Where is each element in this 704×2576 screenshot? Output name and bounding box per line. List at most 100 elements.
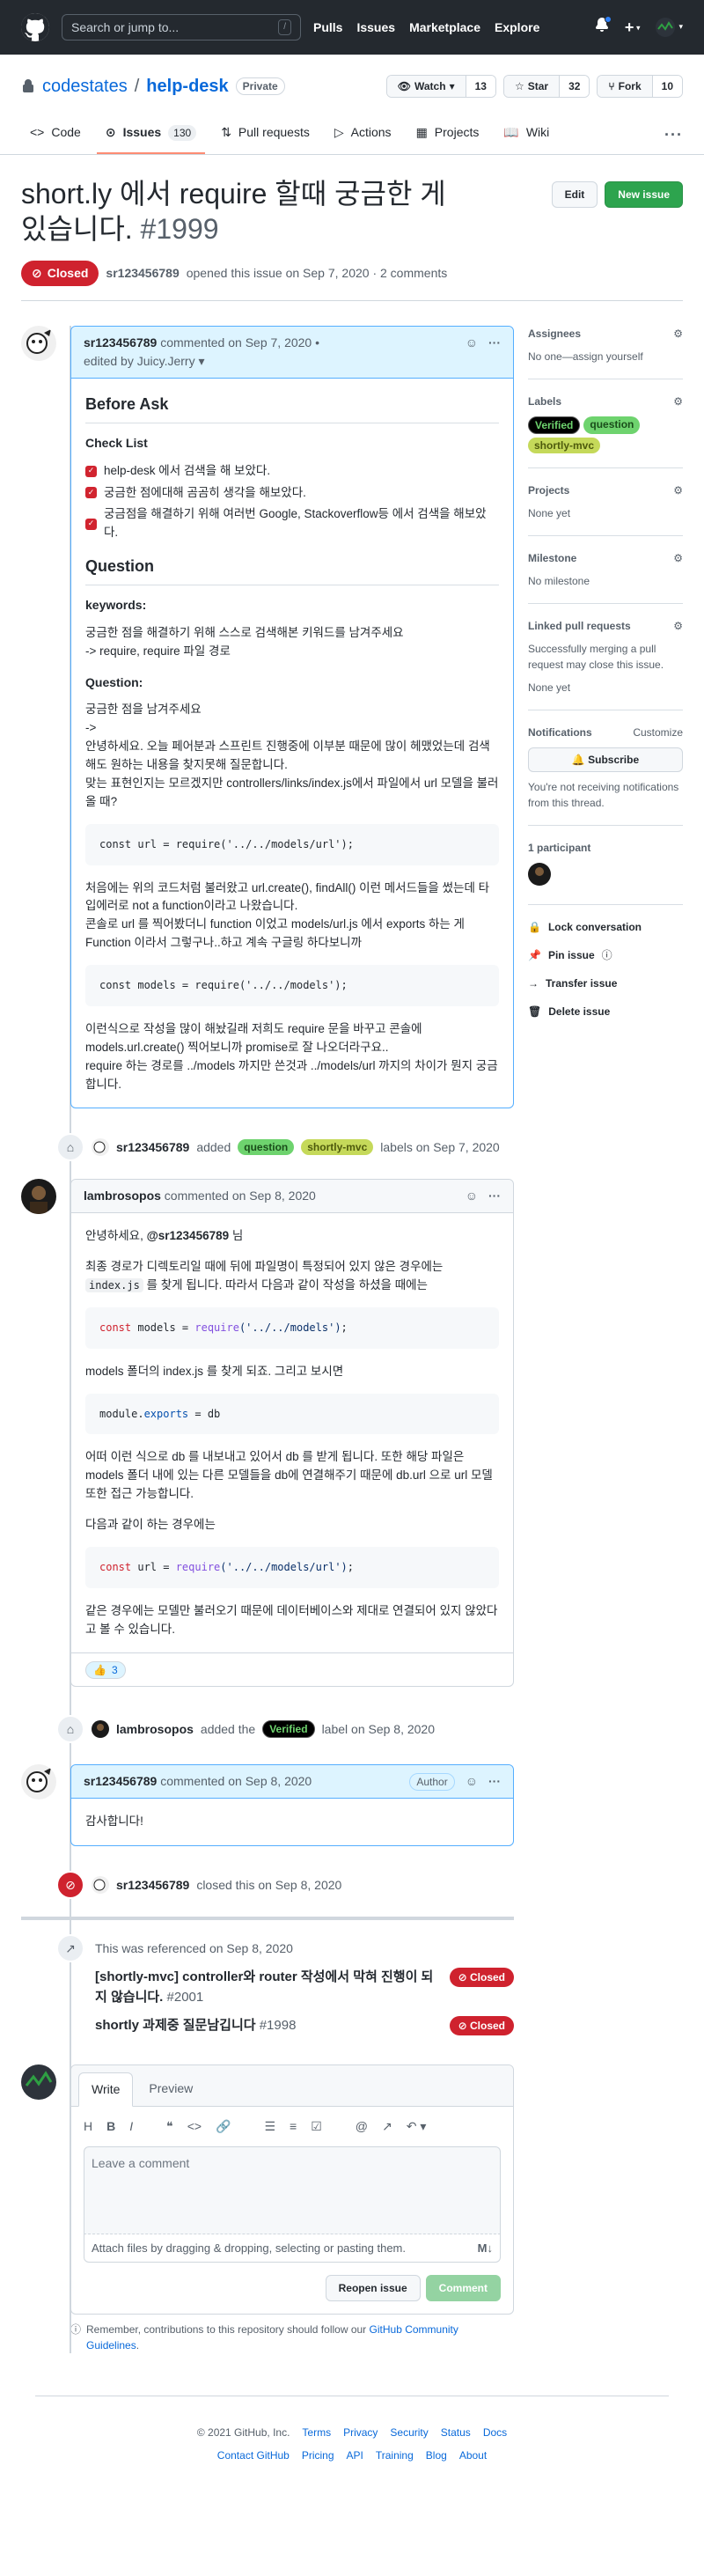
avatar[interactable] bbox=[92, 1876, 109, 1895]
edited-by[interactable]: edited by Juicy.Jerry ▾ bbox=[84, 354, 204, 368]
edit-button[interactable]: Edit bbox=[551, 181, 598, 208]
footer-link-contact[interactable]: Contact GitHub bbox=[217, 2447, 290, 2463]
nav-pulls[interactable]: Pulls bbox=[313, 18, 342, 37]
nav-marketplace[interactable]: Marketplace bbox=[409, 18, 480, 37]
star-count[interactable]: 32 bbox=[559, 76, 590, 97]
checkbox-checked-icon[interactable]: ✓ bbox=[85, 518, 97, 530]
footer-link-training[interactable]: Training bbox=[376, 2447, 414, 2463]
heading-icon[interactable]: H bbox=[84, 2117, 92, 2136]
add-reaction-smiley-icon[interactable]: ☺ bbox=[466, 1187, 478, 1205]
task-list-icon[interactable]: ☑ bbox=[311, 2117, 322, 2136]
notifications-bell-icon[interactable] bbox=[595, 16, 612, 37]
participant-avatar[interactable] bbox=[528, 863, 551, 886]
avatar[interactable] bbox=[92, 1720, 109, 1739]
new-issue-button[interactable]: New issue bbox=[605, 181, 683, 208]
repo-name-link[interactable]: help-desk bbox=[146, 73, 228, 99]
tab-code[interactable]: <> Code bbox=[21, 116, 90, 154]
section-title[interactable]: Linked pull requests bbox=[528, 618, 631, 634]
gear-icon[interactable]: ⚙ bbox=[673, 394, 683, 409]
bold-icon[interactable]: B bbox=[106, 2117, 115, 2136]
label-shortly-mvc[interactable]: shortly-mvc bbox=[301, 1139, 374, 1156]
subscribe-button[interactable]: 🔔 Subscribe bbox=[528, 747, 683, 772]
section-title[interactable]: Milestone bbox=[528, 550, 576, 566]
comment-options-kebab-icon[interactable]: ··· bbox=[488, 1772, 501, 1791]
gear-icon[interactable]: ⚙ bbox=[673, 482, 683, 498]
label-verified[interactable]: Verified bbox=[528, 416, 581, 434]
nav-issues[interactable]: Issues bbox=[356, 18, 395, 37]
section-title[interactable]: Labels bbox=[528, 394, 561, 409]
code-icon[interactable]: <> bbox=[187, 2117, 202, 2136]
numbered-list-icon[interactable]: ≡ bbox=[290, 2117, 297, 2136]
footer-link-terms[interactable]: Terms bbox=[302, 2425, 331, 2440]
label-question[interactable]: question bbox=[238, 1139, 295, 1156]
footer-link-pricing[interactable]: Pricing bbox=[302, 2447, 334, 2463]
event-author[interactable]: sr123456789 bbox=[116, 1876, 189, 1895]
repo-owner-link[interactable]: codestates bbox=[42, 73, 128, 99]
quote-icon[interactable]: ❝ bbox=[166, 2117, 173, 2136]
reference-item[interactable]: shortly 과제중 질문남깁니다 #1998 ⊘ Closed bbox=[95, 2016, 514, 2036]
pin-issue-button[interactable]: 📌 Pin issue ⓘ bbox=[528, 947, 683, 963]
transfer-issue-button[interactable]: → Transfer issue bbox=[528, 975, 683, 991]
event-author[interactable]: lambrosopos bbox=[116, 1720, 194, 1739]
more-tabs-icon[interactable]: ··· bbox=[664, 123, 683, 147]
attach-files-bar[interactable]: Attach files by dragging & dropping, sel… bbox=[84, 2234, 501, 2263]
avatar[interactable] bbox=[92, 1138, 109, 1157]
saved-reply-icon[interactable]: ↶ ▾ bbox=[407, 2117, 427, 2136]
reference-title[interactable]: shortly 과제중 질문남깁니다 bbox=[95, 2018, 256, 2033]
link-icon[interactable]: 🔗 bbox=[216, 2117, 231, 2136]
gear-icon[interactable]: ⚙ bbox=[673, 326, 683, 342]
user-avatar-menu[interactable]: ▾ bbox=[656, 18, 683, 37]
checkbox-checked-icon[interactable]: ✓ bbox=[85, 487, 97, 499]
gear-icon[interactable]: ⚙ bbox=[673, 618, 683, 634]
italic-icon[interactable]: I bbox=[129, 2117, 133, 2136]
tab-actions[interactable]: ▷ Actions bbox=[326, 116, 400, 154]
comment-author[interactable]: sr123456789 bbox=[84, 1774, 157, 1788]
section-title[interactable]: Assignees bbox=[528, 326, 581, 342]
gear-icon[interactable]: ⚙ bbox=[673, 550, 683, 566]
tab-write[interactable]: Write bbox=[78, 2072, 134, 2107]
footer-link-privacy[interactable]: Privacy bbox=[343, 2425, 378, 2440]
tab-preview[interactable]: Preview bbox=[136, 2072, 205, 2106]
tab-issues[interactable]: ⊙ Issues 130 bbox=[96, 116, 206, 154]
mention-icon[interactable]: @ bbox=[356, 2117, 368, 2136]
tab-pull-requests[interactable]: ⇅ Pull requests bbox=[212, 116, 319, 154]
lock-conversation-button[interactable]: 🔒 Lock conversation bbox=[528, 919, 683, 935]
section-title[interactable]: Projects bbox=[528, 482, 569, 498]
avatar[interactable] bbox=[21, 1764, 56, 1800]
comment-author[interactable]: sr123456789 bbox=[84, 335, 157, 350]
label-shortly-mvc[interactable]: shortly-mvc bbox=[528, 438, 601, 453]
watch-button[interactable]: 👁 Watch ▾ bbox=[386, 76, 466, 97]
add-reaction-smiley-icon[interactable]: ☺ bbox=[466, 1772, 478, 1791]
issue-author[interactable]: sr123456789 bbox=[106, 264, 179, 283]
customize-link[interactable]: Customize bbox=[633, 725, 683, 740]
comment-author[interactable]: lambrosopos bbox=[84, 1189, 161, 1203]
label-question[interactable]: question bbox=[583, 416, 641, 434]
footer-link-security[interactable]: Security bbox=[390, 2425, 428, 2440]
nav-explore[interactable]: Explore bbox=[495, 18, 539, 37]
fork-count[interactable]: 10 bbox=[651, 76, 682, 97]
footer-link-api[interactable]: API bbox=[347, 2447, 363, 2463]
user-mention[interactable]: @sr123456789 bbox=[147, 1229, 230, 1242]
watch-count[interactable]: 13 bbox=[465, 76, 495, 97]
reopen-issue-button[interactable]: Reopen issue bbox=[325, 2275, 421, 2302]
create-new-plus-icon[interactable]: + ▾ bbox=[625, 16, 641, 40]
tab-wiki[interactable]: 📖 Wiki bbox=[495, 116, 558, 154]
footer-link-about[interactable]: About bbox=[459, 2447, 487, 2463]
cross-reference-icon[interactable]: ↗ bbox=[382, 2117, 392, 2136]
thumbs-up-reaction[interactable]: 👍 3 bbox=[85, 1661, 126, 1680]
add-reaction-smiley-icon[interactable]: ☺ bbox=[466, 334, 478, 352]
fork-button[interactable]: ⑂ Fork bbox=[598, 76, 652, 97]
footer-link-status[interactable]: Status bbox=[441, 2425, 471, 2440]
delete-issue-button[interactable]: 🗑 Delete issue bbox=[528, 1004, 683, 1019]
bullet-list-icon[interactable]: ☰ bbox=[264, 2117, 275, 2136]
avatar[interactable] bbox=[21, 1179, 56, 1215]
tab-projects[interactable]: ▦ Projects bbox=[407, 116, 488, 154]
event-author[interactable]: sr123456789 bbox=[116, 1138, 189, 1157]
comment-options-kebab-icon[interactable]: ··· bbox=[488, 1187, 501, 1205]
github-logo-icon[interactable] bbox=[21, 13, 49, 41]
checkbox-checked-icon[interactable]: ✓ bbox=[85, 465, 97, 477]
assignees-value[interactable]: No one—assign yourself bbox=[528, 349, 683, 364]
reference-title[interactable]: [shortly-mvc] controller와 router 작성에서 막혀… bbox=[95, 1969, 433, 2005]
avatar[interactable] bbox=[21, 326, 56, 361]
reference-item[interactable]: [shortly-mvc] controller와 router 작성에서 막혀… bbox=[95, 1968, 514, 2007]
